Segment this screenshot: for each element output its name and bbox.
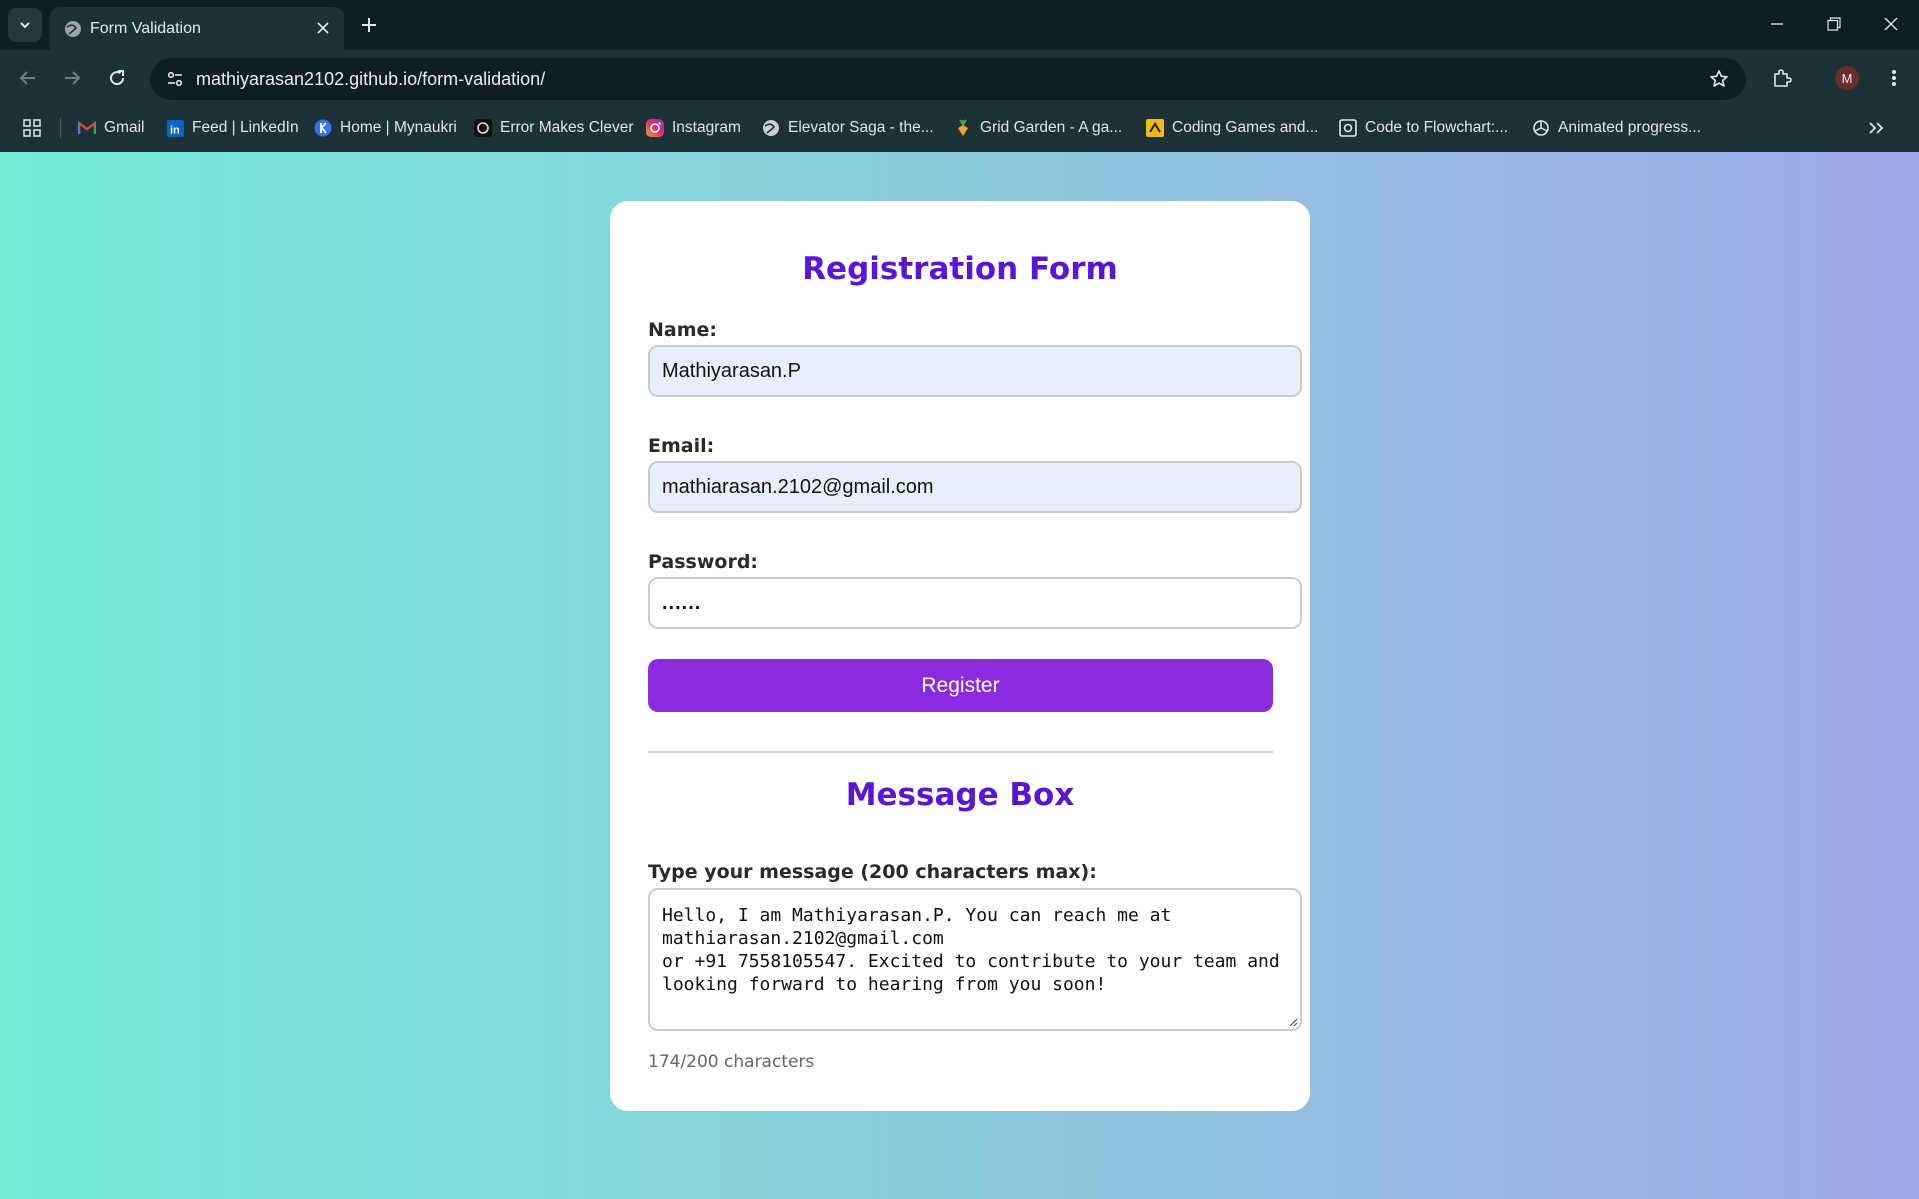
bookmark-code-to-flowchart[interactable]: Code to Flowchart:... — [1339, 114, 1508, 142]
bookmark-label: Gmail — [104, 119, 145, 136]
linkedin-icon: in — [166, 119, 184, 137]
page-viewport: Registration Form Name: Email: Password:… — [0, 152, 1919, 1199]
form-card: Registration Form Name: Email: Password:… — [610, 201, 1310, 1111]
bookmark-elevator-saga[interactable]: Elevator Saga - the... — [762, 114, 934, 142]
reload-button[interactable] — [99, 60, 135, 96]
carrot-icon — [954, 119, 972, 137]
section-divider — [648, 751, 1273, 753]
naukri-icon — [314, 119, 332, 137]
openai-icon — [1532, 119, 1550, 137]
bookmark-label: Grid Garden - A ga... — [980, 119, 1123, 136]
bookmark-grid-garden[interactable]: Grid Garden - A ga... — [954, 114, 1122, 142]
bookmark-star-button[interactable] — [1706, 66, 1732, 92]
bookmark-gmail[interactable]: Gmail — [78, 114, 144, 142]
browser-toolbar: mathiyarasan2102.github.io/form-validati… — [0, 50, 1919, 152]
browser-menu-button[interactable] — [1876, 60, 1912, 96]
arrow-right-icon — [65, 71, 81, 85]
close-icon — [1884, 17, 1898, 31]
bookmark-label: Code to Flowchart:... — [1365, 119, 1509, 136]
email-label: Email: — [648, 435, 715, 457]
new-tab-button[interactable] — [352, 8, 386, 42]
flowchart-icon — [1339, 119, 1357, 137]
avatar[interactable]: M — [1835, 66, 1859, 90]
close-tab-button[interactable] — [312, 17, 334, 39]
extensions-button[interactable] — [1764, 60, 1800, 96]
bookmarks-separator — [60, 118, 61, 138]
bookmark-label: Coding Games and... — [1172, 119, 1319, 136]
apps-grid-icon — [23, 119, 41, 137]
globe-icon — [762, 119, 780, 137]
tab-form-validation[interactable]: Form Validation — [50, 7, 344, 50]
close-window-button[interactable] — [1862, 0, 1919, 48]
bookmark-label: Error Makes Clever — [500, 119, 634, 136]
bookmark-mynaukri[interactable]: Home | Mynaukri — [314, 114, 457, 142]
bookmark-error-makes-clever[interactable]: Error Makes Clever — [474, 114, 634, 142]
bookmark-linkedin[interactable]: in Feed | LinkedIn — [166, 114, 299, 142]
puzzle-icon — [1774, 69, 1792, 87]
plus-icon — [362, 18, 376, 32]
forward-button[interactable] — [54, 60, 90, 96]
password-label: Password: — [648, 551, 759, 573]
message-box-title: Message Box — [845, 777, 1075, 813]
bookmark-label: Instagram — [672, 119, 741, 136]
character-counter: 174/200 characters — [648, 1052, 815, 1072]
minimize-window-button[interactable] — [1748, 0, 1806, 48]
bookmark-label: Feed | LinkedIn — [192, 119, 299, 136]
site-info-button[interactable] — [160, 64, 190, 94]
instagram-icon — [646, 119, 664, 137]
address-bar[interactable]: mathiyarasan2102.github.io/form-validati… — [150, 58, 1746, 100]
more-vertical-icon — [1892, 70, 1896, 86]
bookmark-label: Elevator Saga - the... — [788, 119, 934, 136]
bookmark-label: Home | Mynaukri — [340, 119, 457, 136]
bookmark-coding-games[interactable]: Coding Games and... — [1146, 114, 1318, 142]
password-input[interactable] — [648, 577, 1302, 629]
restore-window-button[interactable] — [1805, 0, 1863, 48]
resize-grip-icon[interactable] — [1288, 1017, 1298, 1027]
tune-icon — [167, 71, 183, 87]
name-input[interactable] — [648, 345, 1302, 397]
bookmark-label: Animated progress... — [1558, 119, 1702, 136]
codingame-icon — [1146, 119, 1164, 137]
svg-text:in: in — [170, 124, 180, 136]
url-text[interactable]: mathiyarasan2102.github.io/form-validati… — [196, 69, 545, 90]
message-label: Type your message (200 characters max): — [648, 861, 1097, 883]
tab-title: Form Validation — [90, 20, 201, 37]
restore-icon — [1827, 17, 1841, 31]
registration-form-title: Registration Form — [802, 251, 1118, 287]
double-chevron-right-icon — [1869, 122, 1884, 134]
bookmarks-bar: Gmail in Feed | LinkedIn Home | Mynaukri… — [0, 108, 1919, 148]
tab-search-button[interactable] — [8, 8, 42, 42]
back-button[interactable] — [10, 60, 46, 96]
email-input[interactable] — [648, 461, 1302, 513]
close-icon — [317, 22, 329, 34]
minimize-icon — [1771, 23, 1783, 25]
register-button[interactable]: Register — [648, 659, 1273, 712]
arrow-left-icon — [19, 71, 35, 85]
name-label: Name: — [648, 319, 718, 341]
reload-icon — [110, 70, 125, 86]
tab-strip: Form Validation — [0, 0, 1919, 50]
gmail-icon — [78, 119, 96, 137]
emc-icon — [474, 119, 492, 137]
bookmark-animated-progress[interactable]: Animated progress... — [1532, 114, 1701, 142]
globe-icon — [65, 21, 81, 37]
chevron-down-icon — [20, 22, 30, 29]
bookmark-instagram[interactable]: Instagram — [646, 114, 741, 142]
apps-button[interactable] — [20, 116, 44, 140]
message-textarea[interactable]: Hello, I am Mathiyarasan.P. You can reac… — [648, 888, 1302, 1031]
star-icon — [1710, 70, 1728, 87]
more-bookmarks-button[interactable] — [1862, 114, 1890, 142]
